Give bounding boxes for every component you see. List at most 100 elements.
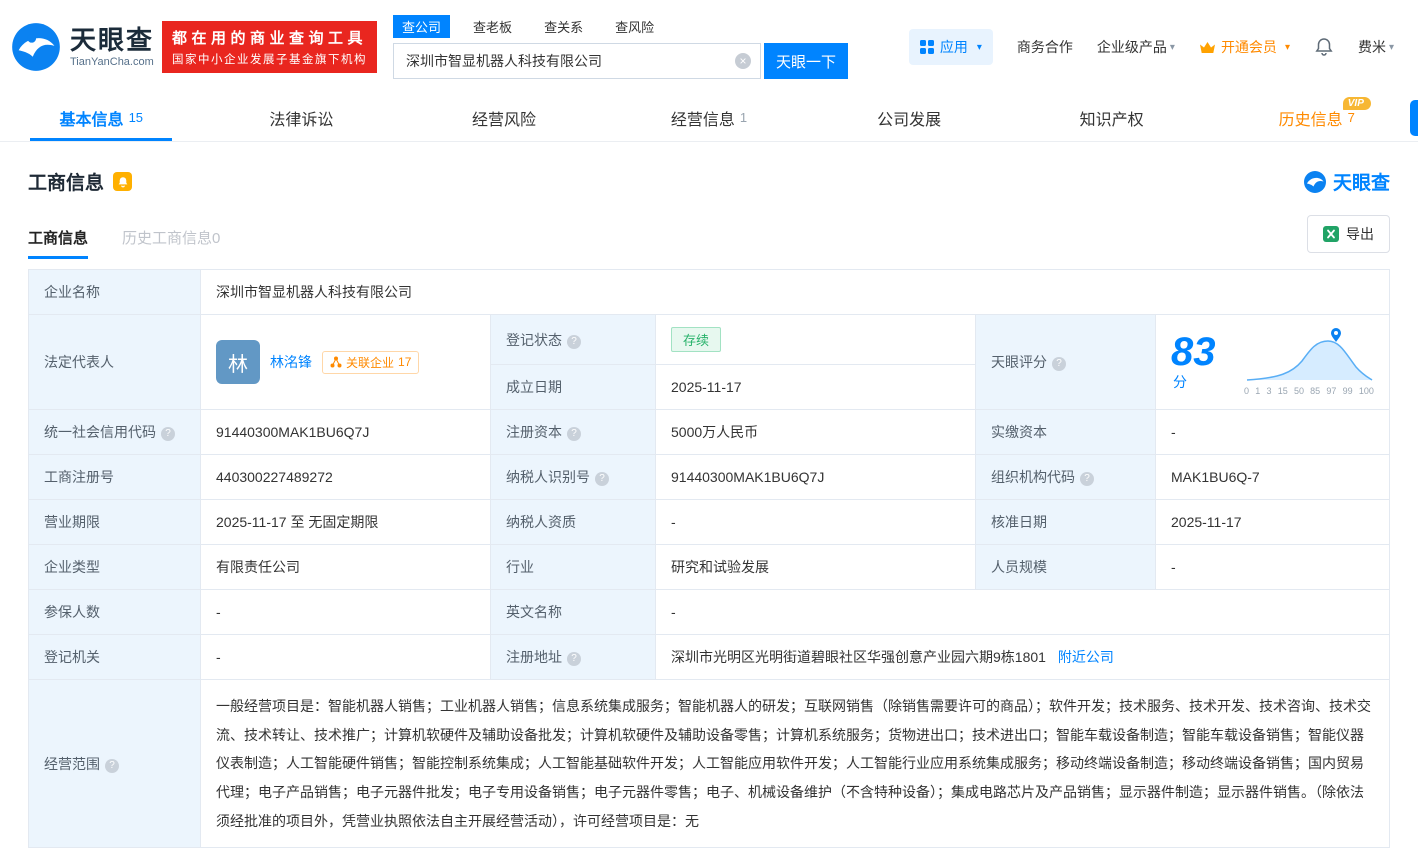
help-icon[interactable]: ? [567,652,581,666]
apps-menu[interactable]: 应用 ▾ [909,29,993,65]
search-block: 查公司 查老板 查关系 查风险 × 天眼一下 [393,15,848,79]
tianyancha-watermark-icon [1303,170,1327,194]
company-detail-tabs: 基本信息 15 法律诉讼 经营风险 经营信息 1 公司发展 知识产权 历史信息 … [0,94,1418,142]
help-icon[interactable]: ? [105,759,119,773]
avatar[interactable]: 林 [216,340,260,384]
promo-banner-line2: 国家中小企业发展子基金旗下机构 [172,51,367,67]
related-companies-icon [330,356,342,368]
vip-badge: VIP [1343,97,1371,110]
credit-code-label: 统一社会信用代码? [29,410,201,455]
company-name-value: 深圳市智显机器人科技有限公司 [201,270,1390,315]
tab-history-info[interactable]: 历史信息 7 VIP [1215,94,1418,141]
promo-banner-line1: 都在用的商业查询工具 [172,27,367,48]
search-tab-boss[interactable]: 查老板 [464,15,521,38]
help-icon[interactable]: ? [161,427,175,441]
tianyancha-logo[interactable]: 天眼查 TianYanCha.com [10,21,154,73]
table-row: 法定代表人 林 林洺锋 关联企业 17 [29,315,1390,365]
table-row: 统一社会信用代码? 91440300MAK1BU6Q7J 注册资本? 5000万… [29,410,1390,455]
reg-authority-value: - [201,635,491,680]
tab-intellectual-property[interactable]: 知识产权 [1013,94,1216,141]
subscribe-bell-icon[interactable] [113,172,132,191]
username: 费米 [1358,37,1386,57]
side-panel-handle[interactable] [1410,100,1418,136]
establish-date-label: 成立日期 [491,365,656,410]
logo-title: 天眼查 [70,26,154,55]
insured-count-label: 参保人数 [29,590,201,635]
reg-number-value: 440300227489272 [201,455,491,500]
establish-date-value: 2025-11-17 [656,365,976,410]
search-tabs: 查公司 查老板 查关系 查风险 [393,15,848,38]
user-menu[interactable]: 费米 ▾ [1358,37,1394,57]
search-input[interactable] [394,44,760,78]
reg-capital-label: 注册资本? [491,410,656,455]
tianyancha-logo-icon [10,21,62,73]
taxpayer-id-label: 纳税人识别号? [491,455,656,500]
search-button[interactable]: 天眼一下 [764,43,848,79]
legal-rep-label: 法定代表人 [29,315,201,410]
help-icon[interactable]: ? [1052,357,1066,371]
table-row: 营业期限 2025-11-17 至 无固定期限 纳税人资质 - 核准日期 202… [29,500,1390,545]
approval-date-value: 2025-11-17 [1156,500,1390,545]
tab-count: 15 [129,110,143,125]
taxpayer-quality-label: 纳税人资质 [491,500,656,545]
insured-count-value: - [201,590,491,635]
reg-status-label: 登记状态? [491,315,656,365]
main-content: 工商信息 天眼查 工商信息 历史工商信息0 导出 [0,168,1418,848]
company-type-value: 有限责任公司 [201,545,491,590]
table-row: 参保人数 - 英文名称 - [29,590,1390,635]
chevron-down-icon: ▾ [977,42,982,53]
business-term-label: 营业期限 [29,500,201,545]
notifications-bell-icon[interactable] [1314,37,1334,57]
nav-enterprise-products[interactable]: 企业级产品 ▾ [1097,37,1175,57]
reg-status-value: 存续 [656,315,976,365]
top-nav: 应用 ▾ 商务合作 企业级产品 ▾ 开通会员 ▾ 费米 ▾ [909,29,1394,65]
table-row: 登记机关 - 注册地址? 深圳市光明区光明街道碧眼社区华强创意产业园六期9栋18… [29,635,1390,680]
section-title: 工商信息 [28,168,104,195]
tab-company-development[interactable]: 公司发展 [810,94,1013,141]
table-row: 企业类型 有限责任公司 行业 研究和试验发展 人员规模 - [29,545,1390,590]
search-tab-risk[interactable]: 查风险 [606,15,663,38]
table-row: 工商注册号 440300227489272 纳税人识别号? 91440300MA… [29,455,1390,500]
tab-business-info[interactable]: 经营信息 1 [608,94,811,141]
paid-capital-label: 实缴资本 [976,410,1156,455]
help-icon[interactable]: ? [1080,472,1094,486]
reg-capital-value: 5000万人民币 [656,410,976,455]
open-vip-link[interactable]: 开通会员 ▾ [1199,37,1290,57]
industry-value: 研究和试验发展 [656,545,976,590]
legal-rep-cell: 林 林洺锋 关联企业 17 [201,315,491,410]
english-name-label: 英文名称 [491,590,656,635]
subtab-history-registration[interactable]: 历史工商信息0 [122,227,220,259]
tab-operation-risk[interactable]: 经营风险 [405,94,608,141]
tianyancha-watermark: 天眼查 [1303,168,1390,195]
crown-icon [1199,41,1216,54]
industry-label: 行业 [491,545,656,590]
help-icon[interactable]: ? [595,472,609,486]
score-value: 83分 [1171,332,1230,392]
tab-basic-info[interactable]: 基本信息 15 [0,94,203,141]
help-icon[interactable]: ? [567,427,581,441]
related-companies-badge[interactable]: 关联企业 17 [322,351,419,374]
clear-icon[interactable]: × [735,53,751,69]
legal-rep-name-link[interactable]: 林洺锋 [270,352,312,372]
help-icon[interactable]: ? [567,335,581,349]
paid-capital-value: - [1156,410,1390,455]
status-badge: 存续 [671,327,721,352]
company-type-label: 企业类型 [29,545,201,590]
reg-authority-label: 登记机关 [29,635,201,680]
search-tab-relation[interactable]: 查关系 [535,15,592,38]
business-term-value: 2025-11-17 至 无固定期限 [201,500,491,545]
export-button[interactable]: 导出 [1307,215,1390,253]
reg-number-label: 工商注册号 [29,455,201,500]
tab-count: 7 [1348,110,1355,125]
score-chart-axis: 0131550859799100 [1244,386,1374,396]
subtab-business-registration[interactable]: 工商信息 [28,227,88,259]
chevron-down-icon: ▾ [1389,42,1394,53]
search-tab-company[interactable]: 查公司 [393,15,450,38]
tab-count: 1 [740,110,747,125]
nav-cooperation[interactable]: 商务合作 [1017,37,1073,57]
tab-legal-proceedings[interactable]: 法律诉讼 [203,94,406,141]
nearby-companies-link[interactable]: 附近公司 [1058,649,1114,665]
top-header: 天眼查 TianYanCha.com 都在用的商业查询工具 国家中小企业发展子基… [0,0,1418,94]
logo-domain: TianYanCha.com [70,56,154,68]
apps-label: 应用 [940,37,968,57]
